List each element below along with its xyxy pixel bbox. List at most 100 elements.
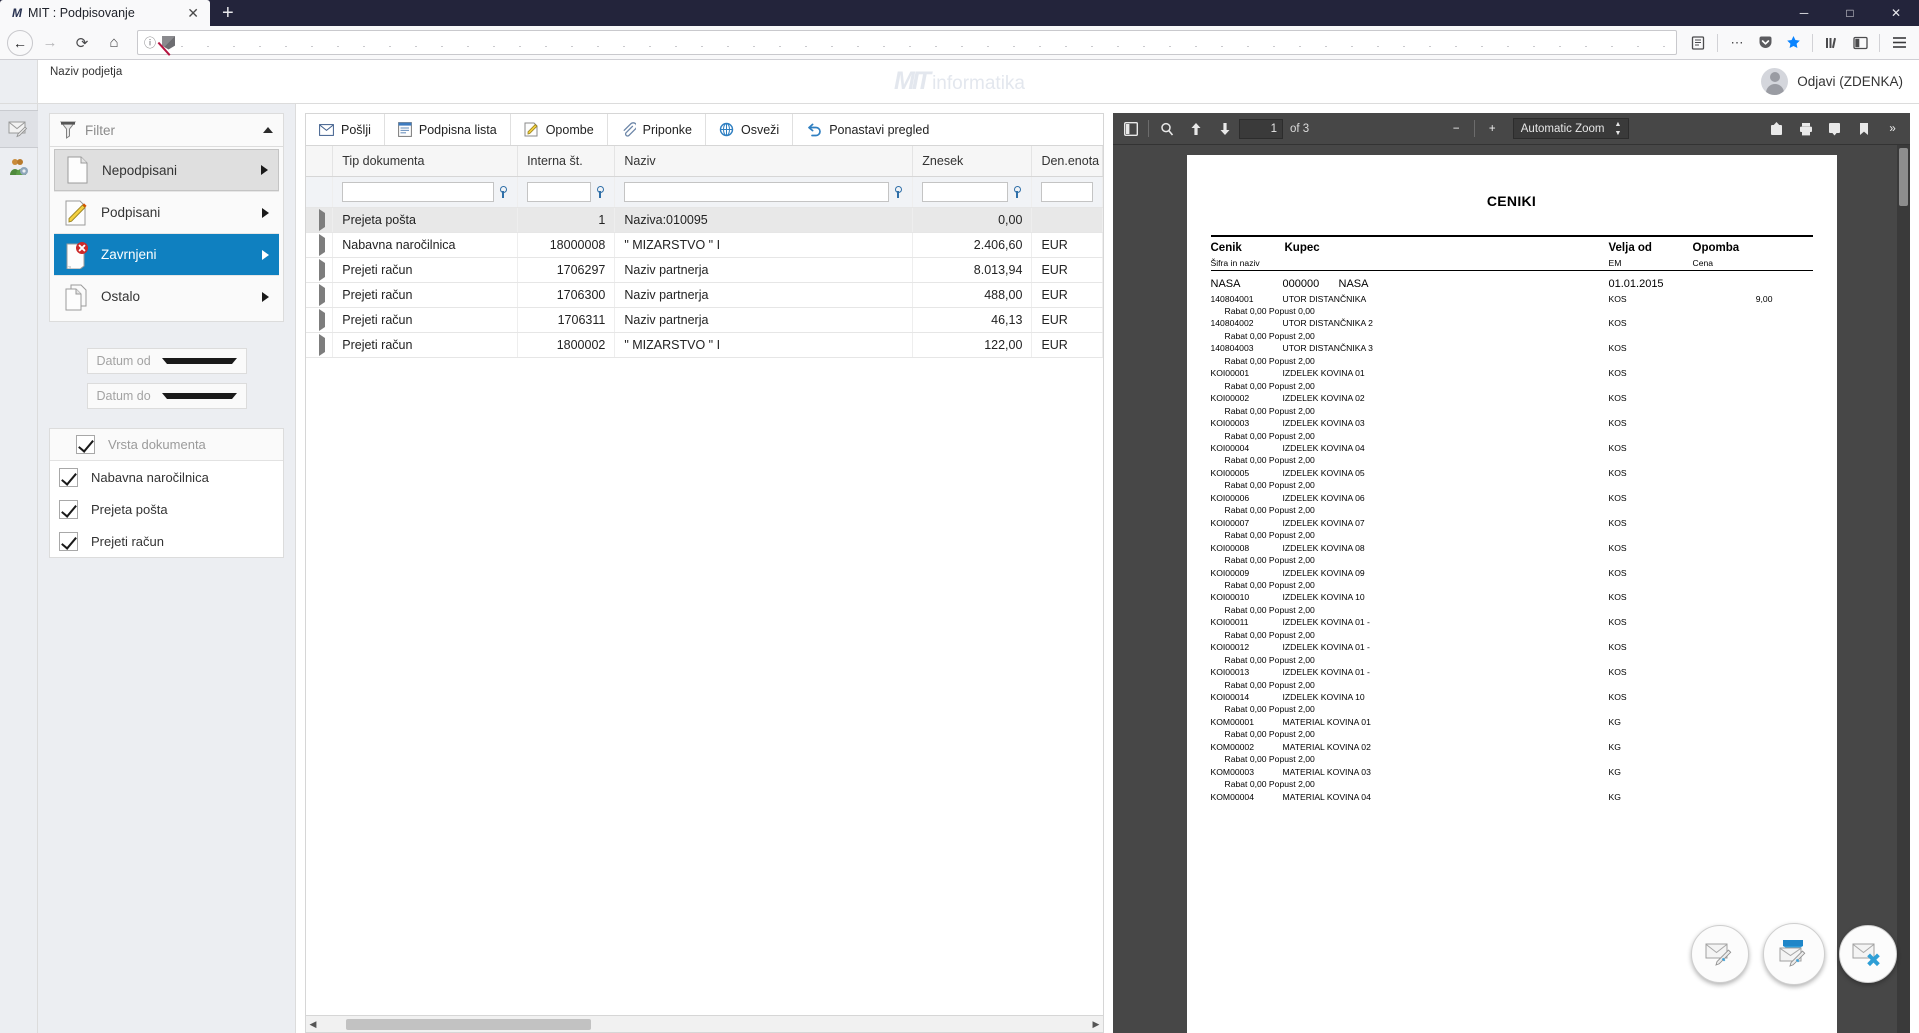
chevron-right-icon[interactable]: [319, 234, 325, 256]
back-icon[interactable]: ←: [7, 29, 33, 56]
pocket-icon[interactable]: [1752, 30, 1778, 56]
pdf-page-input[interactable]: [1239, 118, 1283, 139]
more-icon[interactable]: ⋯: [1724, 30, 1750, 56]
filter-icon[interactable]: [892, 185, 903, 199]
filter-input-tip[interactable]: [342, 182, 495, 202]
date-from-field[interactable]: Datum od: [86, 348, 247, 374]
column-header-znesek[interactable]: Znesek: [912, 146, 1033, 177]
doc-type-row-prejeta-posta[interactable]: Prejeta pošta: [50, 493, 283, 525]
grid-horizontal-scrollbar[interactable]: ◀ ▶: [306, 1015, 1103, 1032]
rail-item-users-settings[interactable]: [0, 148, 38, 186]
filter-input-enota[interactable]: [1041, 182, 1093, 202]
close-icon[interactable]: ✕: [184, 6, 202, 20]
bookmark-star-icon[interactable]: [1780, 30, 1806, 56]
chevron-down-icon[interactable]: [161, 393, 237, 399]
column-header-interna[interactable]: Interna št.: [517, 146, 616, 177]
minimize-icon[interactable]: ─: [1781, 0, 1827, 26]
maximize-icon[interactable]: □: [1827, 0, 1873, 26]
checkbox-all[interactable]: [76, 435, 95, 454]
browser-tab[interactable]: M MIT : Podpisovanje ✕: [0, 0, 210, 26]
info-icon[interactable]: ⓘ: [144, 34, 156, 51]
signature-list-button[interactable]: Podpisna lista: [383, 114, 510, 145]
pdf-vertical-scrollbar[interactable]: [1897, 145, 1910, 1033]
forward-icon[interactable]: →: [35, 29, 65, 57]
chevron-right-icon[interactable]: [319, 309, 325, 331]
filter-header[interactable]: Filter: [49, 113, 284, 147]
column-header-tip[interactable]: Tip dokumenta: [332, 146, 519, 177]
filter-icon[interactable]: [594, 185, 605, 199]
sidebar-item-ostalo[interactable]: Ostalo: [54, 275, 279, 317]
new-tab-button[interactable]: +: [210, 3, 244, 26]
pdf-page-view[interactable]: CENIKI Cenik Kupec Velja od Opomba Šifra…: [1113, 145, 1910, 1033]
scroll-left-icon[interactable]: ◀: [306, 1019, 320, 1030]
chevron-right-icon[interactable]: [319, 259, 325, 281]
row-expand-cell[interactable]: [306, 332, 334, 358]
scroll-thumb[interactable]: [1899, 148, 1908, 206]
filter-cell-naziv[interactable]: [614, 176, 914, 208]
table-row[interactable]: Prejeti račun 1706297 Naziv partnerja 8.…: [306, 257, 1103, 283]
checkbox[interactable]: [59, 531, 78, 551]
filter-icon[interactable]: [497, 185, 508, 199]
chevron-up-icon[interactable]: [263, 127, 273, 133]
hamburger-menu-icon[interactable]: [1886, 30, 1912, 56]
column-header-naziv[interactable]: Naziv: [614, 146, 914, 177]
chevron-right-icon[interactable]: [319, 284, 325, 306]
table-row[interactable]: Prejeti račun 1706311 Naziv partnerja 46…: [306, 307, 1103, 333]
attachments-button[interactable]: Priponke: [606, 114, 705, 145]
window-close-icon[interactable]: ✕: [1873, 0, 1919, 26]
sign-document-fab[interactable]: [1691, 925, 1749, 983]
checkbox[interactable]: [59, 467, 78, 487]
sidebar-item-nepodpisani[interactable]: Nepodpisani: [54, 149, 279, 191]
doc-type-row-nabavna[interactable]: Nabavna naročilnica: [50, 461, 283, 493]
filter-cell-interna[interactable]: [517, 176, 616, 208]
sidebar-icon[interactable]: [1847, 30, 1873, 56]
filter-cell-tip[interactable]: [332, 176, 519, 208]
filter-cell-znesek[interactable]: [912, 176, 1033, 208]
bookmark-icon[interactable]: [1849, 116, 1878, 142]
chevron-right-icon[interactable]: [319, 334, 325, 356]
chevrons-right-icon[interactable]: »: [1878, 116, 1907, 142]
filter-input-znesek[interactable]: [922, 182, 1009, 202]
download-icon[interactable]: [1820, 116, 1849, 142]
row-expand-cell[interactable]: [306, 232, 334, 258]
table-row[interactable]: Prejeta pošta 1 Naziva:010095 0,00: [306, 207, 1103, 233]
table-row[interactable]: Prejeti račun 1706300 Naziv partnerja 48…: [306, 282, 1103, 308]
filter-cell-enota[interactable]: [1031, 176, 1103, 208]
send-button[interactable]: Pošlji: [306, 114, 384, 145]
table-row[interactable]: Nabavna naročilnica 18000008 " MIZARSTVO…: [306, 232, 1103, 258]
date-to-field[interactable]: Datum do: [86, 383, 247, 409]
filter-input-interna[interactable]: [527, 182, 592, 202]
filter-input-naziv[interactable]: [624, 182, 890, 202]
row-expand-cell[interactable]: [306, 207, 334, 233]
home-icon[interactable]: ⌂: [99, 29, 129, 57]
doc-type-header-row[interactable]: Vrsta dokumenta: [50, 429, 283, 461]
scroll-right-icon[interactable]: ▶: [1089, 1019, 1103, 1030]
chevron-down-icon[interactable]: [161, 358, 237, 364]
filter-icon[interactable]: [1011, 185, 1022, 199]
row-expand-cell[interactable]: [306, 257, 334, 283]
notes-button[interactable]: Opombe: [509, 114, 607, 145]
sidebar-item-zavrnjeni[interactable]: Zavrnjeni: [54, 233, 279, 275]
reader-view-icon[interactable]: [1685, 30, 1711, 56]
checkbox[interactable]: [59, 499, 78, 519]
doc-type-row-prejeti-racun[interactable]: Prejeti račun: [50, 525, 283, 557]
sign-and-send-fab[interactable]: [1763, 923, 1825, 985]
reset-view-button[interactable]: Ponastavi pregled: [792, 114, 942, 145]
arrow-up-icon[interactable]: [1181, 116, 1210, 142]
scroll-thumb[interactable]: [346, 1019, 591, 1030]
refresh-button[interactable]: Osveži: [705, 114, 792, 145]
row-expand-cell[interactable]: [306, 307, 334, 333]
presentation-icon[interactable]: [1762, 116, 1791, 142]
sidebar-toggle-icon[interactable]: [1116, 116, 1145, 142]
zoom-in-button[interactable]: +: [1478, 116, 1507, 142]
zoom-out-button[interactable]: −: [1442, 116, 1471, 142]
reject-document-fab[interactable]: [1839, 925, 1897, 983]
column-header-enota[interactable]: Den.enota: [1031, 146, 1103, 177]
sidebar-item-podpisani[interactable]: Podpisani: [54, 191, 279, 233]
library-icon[interactable]: [1819, 30, 1845, 56]
table-row[interactable]: Prejeti račun 1800002 " MIZARSTVO " I 12…: [306, 332, 1103, 358]
row-expand-cell[interactable]: [306, 282, 334, 308]
arrow-down-icon[interactable]: [1210, 116, 1239, 142]
rail-item-signing[interactable]: [0, 110, 38, 148]
chevron-right-icon[interactable]: [319, 209, 325, 231]
